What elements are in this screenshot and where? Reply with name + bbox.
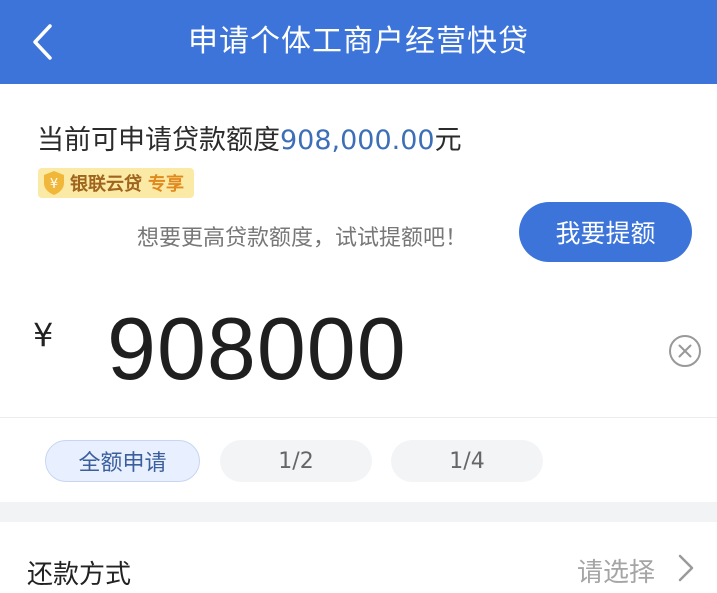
exclusive-badge: ¥ 银联云贷 专享 [38, 168, 194, 198]
raise-limit-button[interactable]: 我要提额 [519, 202, 692, 262]
chip-half[interactable]: 1/2 [220, 440, 372, 482]
chip-quarter[interactable]: 1/4 [391, 440, 543, 482]
quota-amount: 908,000.00 [280, 125, 435, 156]
quota-text: 当前可申请贷款额度908,000.00元 [37, 118, 462, 157]
clear-icon[interactable] [668, 334, 702, 368]
loan-card: 当前可申请贷款额度908,000.00元 ¥ 银联云贷 专享 想要更高贷款额度，… [0, 84, 717, 417]
svg-text:¥: ¥ [50, 177, 58, 192]
amount-input[interactable]: 908000 [107, 298, 407, 400]
currency-symbol: ¥ [33, 316, 54, 354]
raise-hint: 想要更高贷款额度，试试提额吧！ [137, 226, 468, 251]
badge-tag: 专享 [148, 174, 184, 195]
nav-bar: 申请个体工商户经营快贷 [0, 0, 717, 84]
repayment-label: 还款方式 [27, 560, 132, 590]
chip-full-amount[interactable]: 全额申请 [45, 440, 200, 482]
repayment-value: 请选择 [577, 558, 656, 588]
chevron-right-icon [678, 554, 694, 582]
page-title: 申请个体工商户经营快贷 [188, 24, 529, 59]
repayment-method-row[interactable]: 还款方式 请选择 [0, 522, 717, 593]
badge-brand: 银联云贷 [70, 174, 142, 195]
quota-label: 当前可申请贷款额度 [37, 125, 280, 156]
quota-unit: 元 [434, 125, 462, 156]
shield-icon: ¥ [44, 171, 64, 195]
amount-options: 全额申请 1/2 1/4 [0, 417, 717, 502]
